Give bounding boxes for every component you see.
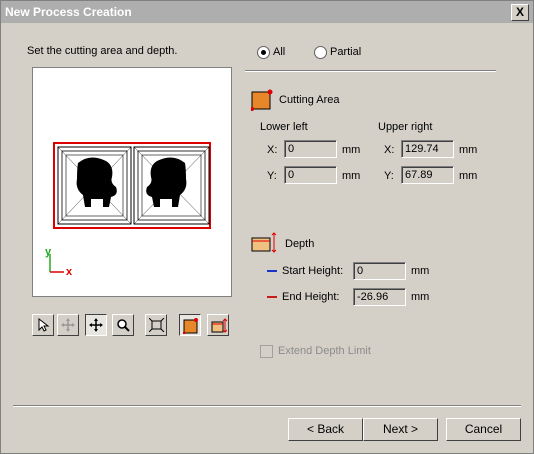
extend-depth-label: Extend Depth Limit	[278, 345, 371, 357]
lower-left-y-field[interactable]: 0	[284, 166, 337, 184]
end-height-line	[267, 296, 277, 298]
select-tool-button[interactable]	[32, 314, 54, 336]
upper-right-y-label: Y:	[384, 170, 394, 182]
start-height-label: Start Height:	[282, 265, 344, 277]
depth-icon	[251, 232, 277, 253]
end-height-unit: mm	[411, 291, 430, 303]
upper-right-x-label: X:	[384, 144, 395, 156]
close-button[interactable]: X	[511, 4, 529, 21]
title-bar: New Process Creation X	[1, 1, 533, 23]
lower-left-x-unit: mm	[342, 144, 361, 156]
next-button[interactable]: Next >	[363, 418, 438, 441]
start-height-line	[267, 270, 277, 272]
extend-depth-checkbox[interactable]	[260, 345, 273, 358]
zoom-tool-button[interactable]	[112, 314, 134, 336]
zoom-icon	[117, 319, 130, 332]
lower-left-label: Lower left	[260, 121, 308, 133]
mode-separator	[245, 70, 496, 72]
end-height-field[interactable]: -26.96	[353, 288, 406, 306]
pan-tool-button[interactable]	[57, 314, 79, 336]
all-radio-label[interactable]: All	[273, 46, 285, 58]
end-height-label: End Height:	[282, 291, 340, 303]
cutting-area-icon	[251, 89, 273, 111]
move-tool-button[interactable]	[85, 314, 107, 336]
window-title: New Process Creation	[5, 5, 132, 19]
start-height-unit: mm	[411, 265, 430, 277]
area-mode-button[interactable]	[179, 314, 201, 336]
right-part-graphic	[133, 146, 210, 225]
select-arrow-icon	[38, 318, 50, 332]
dialog-window: New Process Creation X Set the cutting a…	[0, 0, 534, 454]
x-axis-label: x	[66, 266, 73, 278]
lower-left-y-label: Y:	[267, 170, 277, 182]
part-preview-graphic	[49, 142, 211, 273]
upper-right-y-unit: mm	[459, 170, 478, 182]
lower-left-y-unit: mm	[342, 170, 361, 182]
upper-right-label: Upper right	[378, 121, 433, 133]
start-height-field[interactable]: 0	[353, 262, 406, 280]
area-mode-icon	[183, 318, 198, 334]
fit-icon	[149, 318, 165, 332]
depth-mode-icon	[211, 318, 227, 333]
upper-right-y-field[interactable]: 67.89	[401, 166, 454, 184]
fit-view-button[interactable]	[145, 314, 167, 336]
upper-right-x-unit: mm	[459, 144, 478, 156]
cutting-area-title: Cutting Area	[279, 94, 340, 106]
lower-left-x-field[interactable]: 0	[284, 140, 337, 158]
upper-right-x-field[interactable]: 129.74	[401, 140, 454, 158]
all-radio[interactable]	[257, 46, 270, 59]
depth-title: Depth	[285, 238, 315, 250]
pan-disabled-icon	[61, 318, 75, 332]
preview-canvas[interactable]: y x	[32, 67, 232, 297]
cancel-button[interactable]: Cancel	[446, 418, 521, 441]
footer-separator	[13, 405, 521, 407]
lower-left-x-label: X:	[267, 144, 278, 156]
back-button[interactable]: < Back	[288, 418, 363, 441]
instruction-text: Set the cutting area and depth.	[27, 45, 178, 57]
move-icon	[89, 318, 103, 332]
partial-radio[interactable]	[314, 46, 327, 59]
y-axis-label: y	[45, 246, 52, 258]
left-part-graphic	[57, 146, 132, 225]
depth-mode-button[interactable]	[207, 314, 229, 336]
partial-radio-label[interactable]: Partial	[330, 46, 361, 58]
